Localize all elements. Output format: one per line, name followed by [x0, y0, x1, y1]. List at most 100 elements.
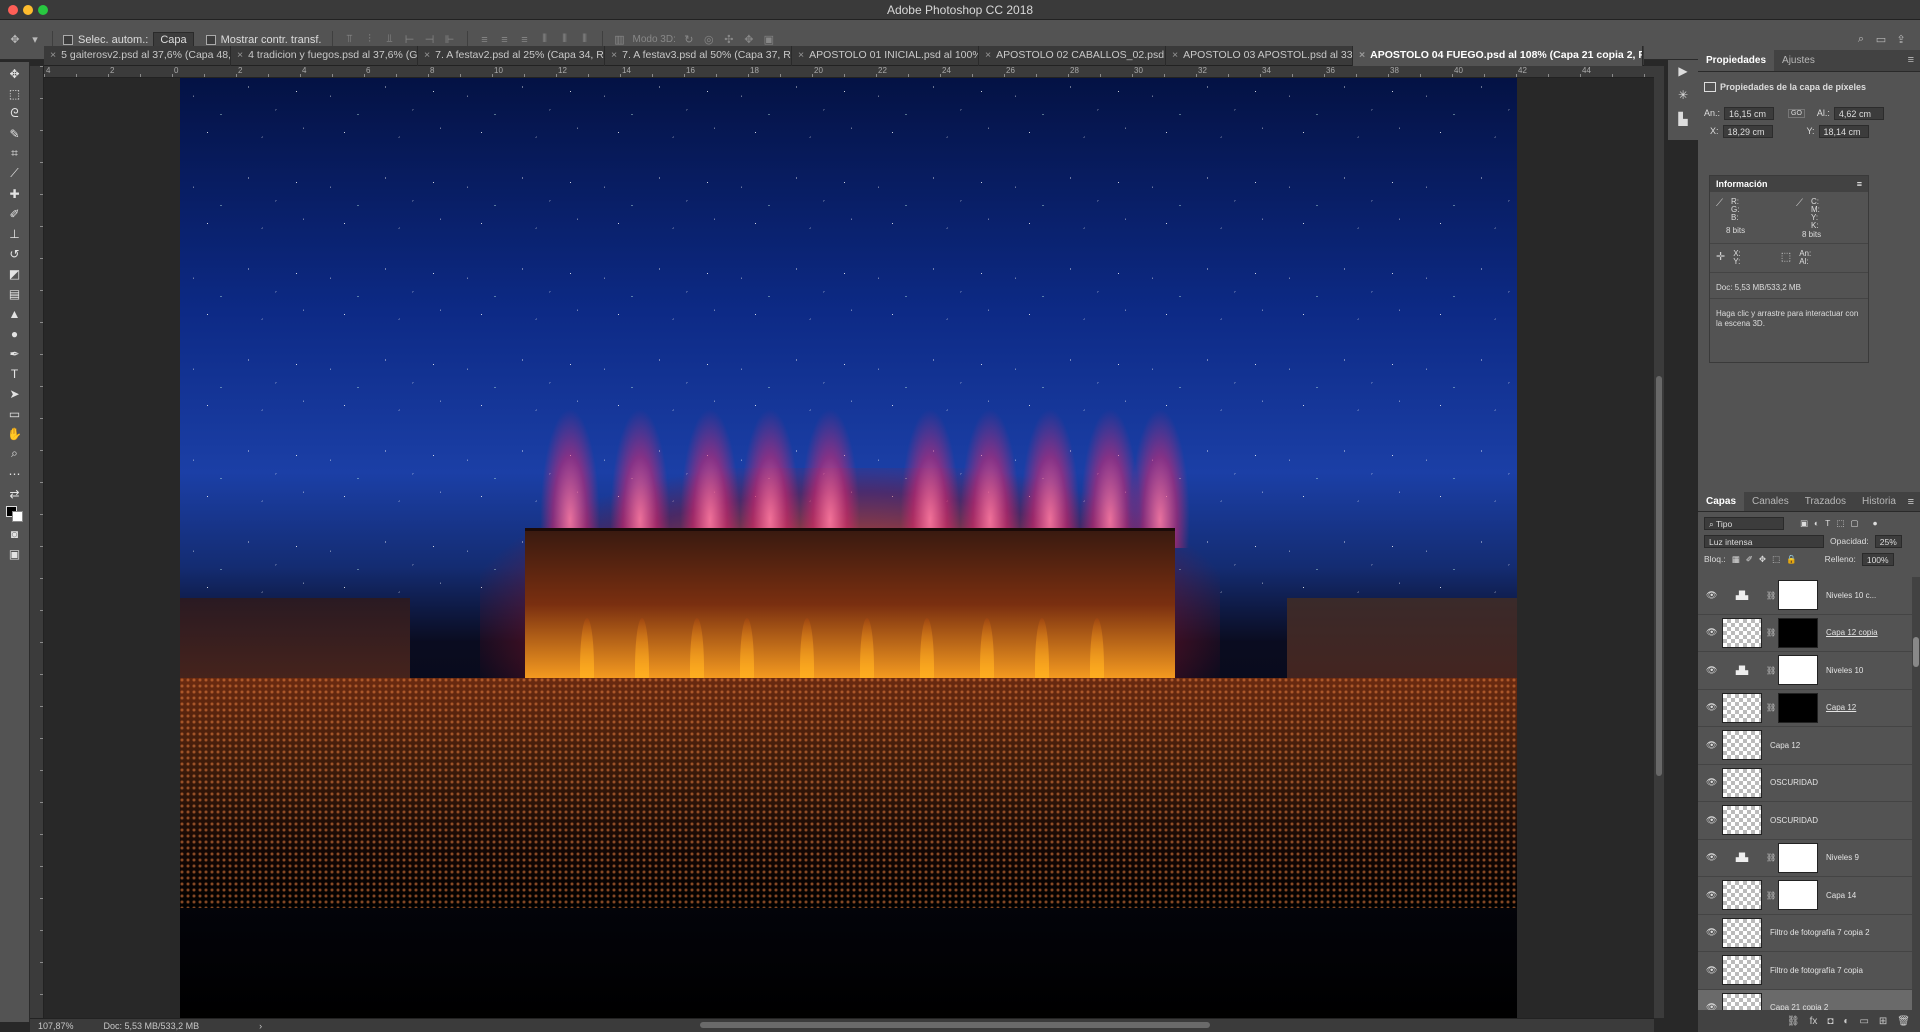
canvas-horizontal-scrollbar[interactable]	[700, 1022, 1210, 1028]
layer-name[interactable]: Capa 12 copia	[1826, 628, 1878, 637]
pen-tool-icon[interactable]: ✒	[5, 346, 25, 361]
layer-row[interactable]: 👁 OSCURIDAD	[1698, 765, 1912, 802]
tab-properties[interactable]: Propiedades	[1698, 50, 1775, 71]
align-vcenter-icon[interactable]: ⫶	[363, 33, 377, 47]
width-field[interactable]: 16,15 cm	[1724, 106, 1775, 120]
layer-row[interactable]: 👁 ▟▙ ⛓ Niveles 10	[1698, 652, 1912, 690]
lock-pixels-icon[interactable]: ✐	[1746, 554, 1753, 565]
layer-name[interactable]: OSCURIDAD	[1770, 778, 1818, 787]
opacity-field[interactable]: 25%	[1874, 534, 1902, 548]
layer-filter-dropdown[interactable]: ⌕ Tipo	[1704, 516, 1784, 530]
layer-row[interactable]: 👁 ⛓ Capa 14	[1698, 877, 1912, 915]
layers-scrollbar[interactable]	[1912, 577, 1920, 1010]
filter-smart-icon[interactable]: ▢	[1850, 518, 1858, 529]
visibility-eye-icon[interactable]: 👁	[1706, 927, 1718, 938]
lock-transparency-icon[interactable]: ▦	[1732, 554, 1740, 565]
layer-thumbnail[interactable]	[1722, 805, 1762, 836]
history-brush-tool-icon[interactable]: ↺	[5, 246, 25, 261]
tab-history[interactable]: Historia	[1854, 492, 1904, 511]
visibility-eye-icon[interactable]: 👁	[1706, 1002, 1718, 1010]
layer-name[interactable]: Niveles 10	[1826, 666, 1863, 675]
layer-mask-thumbnail[interactable]	[1778, 880, 1818, 911]
document-tab[interactable]: × APOSTOLO 03 APOSTOL.psd al 33,3%...	[1166, 46, 1353, 66]
mask-link-icon[interactable]: ⛓	[1766, 591, 1776, 600]
layer-row[interactable]: 👁 ⛓ Capa 12 copia	[1698, 615, 1912, 652]
zoom-tool-icon[interactable]: ⌕	[5, 446, 25, 461]
close-tab-icon[interactable]: ×	[985, 49, 991, 66]
mask-link-icon[interactable]: ⛓	[1766, 666, 1776, 675]
layer-mask-thumbnail[interactable]	[1778, 692, 1818, 723]
layer-thumbnail[interactable]	[1722, 955, 1762, 986]
tab-adjustments[interactable]: Ajustes	[1774, 50, 1823, 71]
mask-link-icon[interactable]: ⛓	[1766, 891, 1776, 900]
swap-colors-icon[interactable]: ⇄	[5, 486, 25, 501]
auto-align-icon[interactable]: ▥	[613, 33, 627, 47]
layer-name[interactable]: Filtro de fotografía 7 copia 2	[1770, 928, 1870, 937]
lock-all-icon[interactable]: 🔒	[1786, 554, 1797, 565]
eyedropper-tool-icon[interactable]: ⟋	[5, 166, 25, 181]
y-field[interactable]: 18,14 cm	[1818, 124, 1869, 138]
align-right-icon[interactable]: ⊩	[443, 33, 457, 47]
type-tool-icon[interactable]: T	[5, 366, 25, 381]
visibility-eye-icon[interactable]: 👁	[1706, 852, 1718, 863]
move-tool-icon[interactable]: ✥	[5, 66, 25, 81]
trash-icon[interactable]: 🗑	[1897, 1016, 1910, 1027]
levels-adjustment-icon[interactable]: ▟▙	[1722, 580, 1762, 610]
document-tab[interactable]: × APOSTOLO 02 CABALLOS_02.psd al 1...	[979, 46, 1166, 66]
layer-name[interactable]: Capa 12	[1770, 741, 1800, 750]
close-tab-icon[interactable]: ×	[611, 49, 617, 66]
share-icon[interactable]: ⇪	[1894, 33, 1908, 47]
layer-name[interactable]: Capa 21 copia 2	[1770, 1003, 1828, 1010]
layer-name[interactable]: Capa 14	[1826, 891, 1856, 900]
distribute-hcenter-icon[interactable]: ⦀	[558, 33, 572, 47]
mask-link-icon[interactable]: ⛓	[1766, 628, 1776, 637]
sparkle-icon[interactable]: ✳	[1678, 88, 1688, 102]
clone-stamp-tool-icon[interactable]: ⊥	[5, 226, 25, 241]
document-tab[interactable]: × 7. A festav3.psd al 50% (Capa 37, RG...	[605, 46, 792, 66]
visibility-eye-icon[interactable]: 👁	[1706, 627, 1718, 638]
layer-row[interactable]: 👁 Capa 21 copia 2	[1698, 989, 1912, 1010]
filter-shape-icon[interactable]: ⬚	[1836, 518, 1844, 529]
document-tab[interactable]: × 5 gaiterosv2.psd al 37,6% (Capa 48, ...	[44, 46, 231, 66]
tab-layers[interactable]: Capas	[1698, 492, 1745, 511]
more-tools-icon[interactable]: ⋯	[5, 466, 25, 481]
close-tab-icon[interactable]: ×	[50, 49, 56, 66]
distribute-top-icon[interactable]: ≡	[478, 33, 492, 47]
layer-mask-thumbnail[interactable]	[1778, 842, 1818, 873]
roll-3d-icon[interactable]: ◎	[702, 33, 716, 47]
filter-type-icon[interactable]: T	[1825, 518, 1830, 528]
blur-tool-icon[interactable]: ▲	[5, 306, 25, 321]
align-bottom-icon[interactable]: ⫫	[383, 33, 397, 47]
levels-adjustment-icon[interactable]: ▟▙	[1722, 843, 1762, 873]
visibility-eye-icon[interactable]: 👁	[1706, 965, 1718, 976]
distribute-vcenter-icon[interactable]: ≡	[498, 33, 512, 47]
close-tab-icon[interactable]: ×	[798, 49, 804, 66]
panel-menu-icon[interactable]: ≡	[1857, 179, 1862, 189]
layer-thumbnail[interactable]	[1722, 917, 1762, 948]
layer-thumbnail[interactable]	[1722, 730, 1762, 761]
layer-name[interactable]: OSCURIDAD	[1770, 816, 1818, 825]
quick-select-tool-icon[interactable]: ✎	[5, 126, 25, 141]
layer-row[interactable]: 👁 ⛓ Capa 12	[1698, 690, 1912, 727]
layer-row[interactable]: 👁 ▟▙ ⛓ Niveles 10 c...	[1698, 577, 1912, 615]
new-group-icon[interactable]: ▭	[1859, 1016, 1868, 1027]
layer-row[interactable]: 👁 Filtro de fotografía 7 copia	[1698, 952, 1912, 990]
show-transform-checkbox[interactable]	[205, 34, 216, 45]
layer-row[interactable]: 👁 OSCURIDAD	[1698, 802, 1912, 840]
new-layer-icon[interactable]: ⊞	[1879, 1016, 1887, 1027]
document-image[interactable]	[180, 78, 1517, 1018]
levels-adjustment-icon[interactable]: ▟▙	[1722, 655, 1762, 685]
gradient-tool-icon[interactable]: ▤	[5, 286, 25, 301]
layer-row[interactable]: 👁 Filtro de fotografía 7 copia 2	[1698, 915, 1912, 952]
orbit-3d-icon[interactable]: ↻	[682, 33, 696, 47]
layer-row[interactable]: 👁 ▟▙ ⛓ Niveles 9	[1698, 840, 1912, 877]
align-top-icon[interactable]: ⫪	[343, 33, 357, 47]
document-tab[interactable]: × APOSTOLO 01 INICIAL.psd al 100% (...	[792, 46, 979, 66]
layer-mask-thumbnail[interactable]	[1778, 617, 1818, 648]
visibility-eye-icon[interactable]: 👁	[1706, 777, 1718, 788]
add-mask-icon[interactable]: ◘	[1827, 1016, 1833, 1027]
x-field[interactable]: 18,29 cm	[1722, 124, 1773, 138]
visibility-eye-icon[interactable]: 👁	[1706, 590, 1718, 601]
brush-tool-icon[interactable]: ✐	[5, 206, 25, 221]
move-tool-icon[interactable]: ✥	[8, 33, 22, 47]
